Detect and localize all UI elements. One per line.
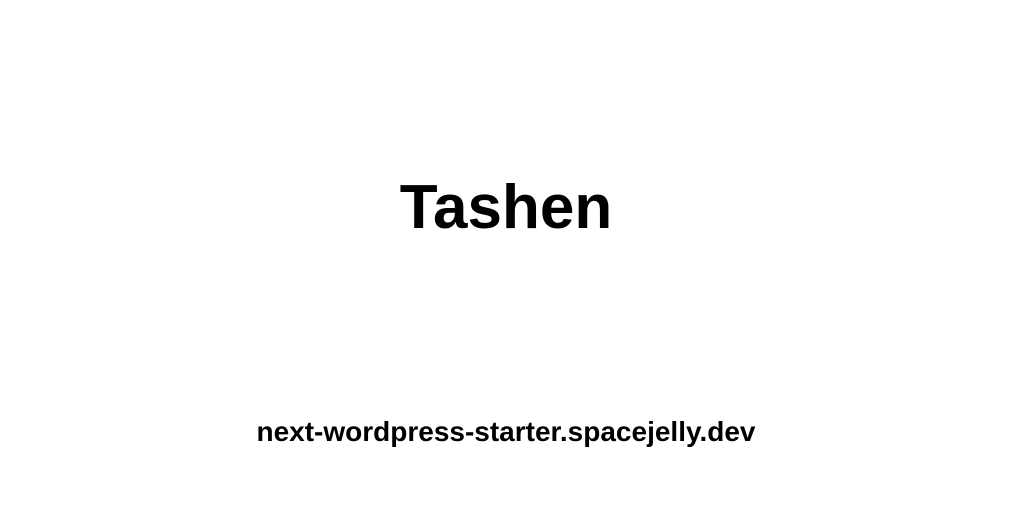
site-domain: next-wordpress-starter.spacejelly.dev [256, 416, 756, 447]
page-title: Tashen [399, 173, 613, 242]
og-image-card: Tashen next-wordpress-starter.spacejelly… [0, 0, 1012, 506]
